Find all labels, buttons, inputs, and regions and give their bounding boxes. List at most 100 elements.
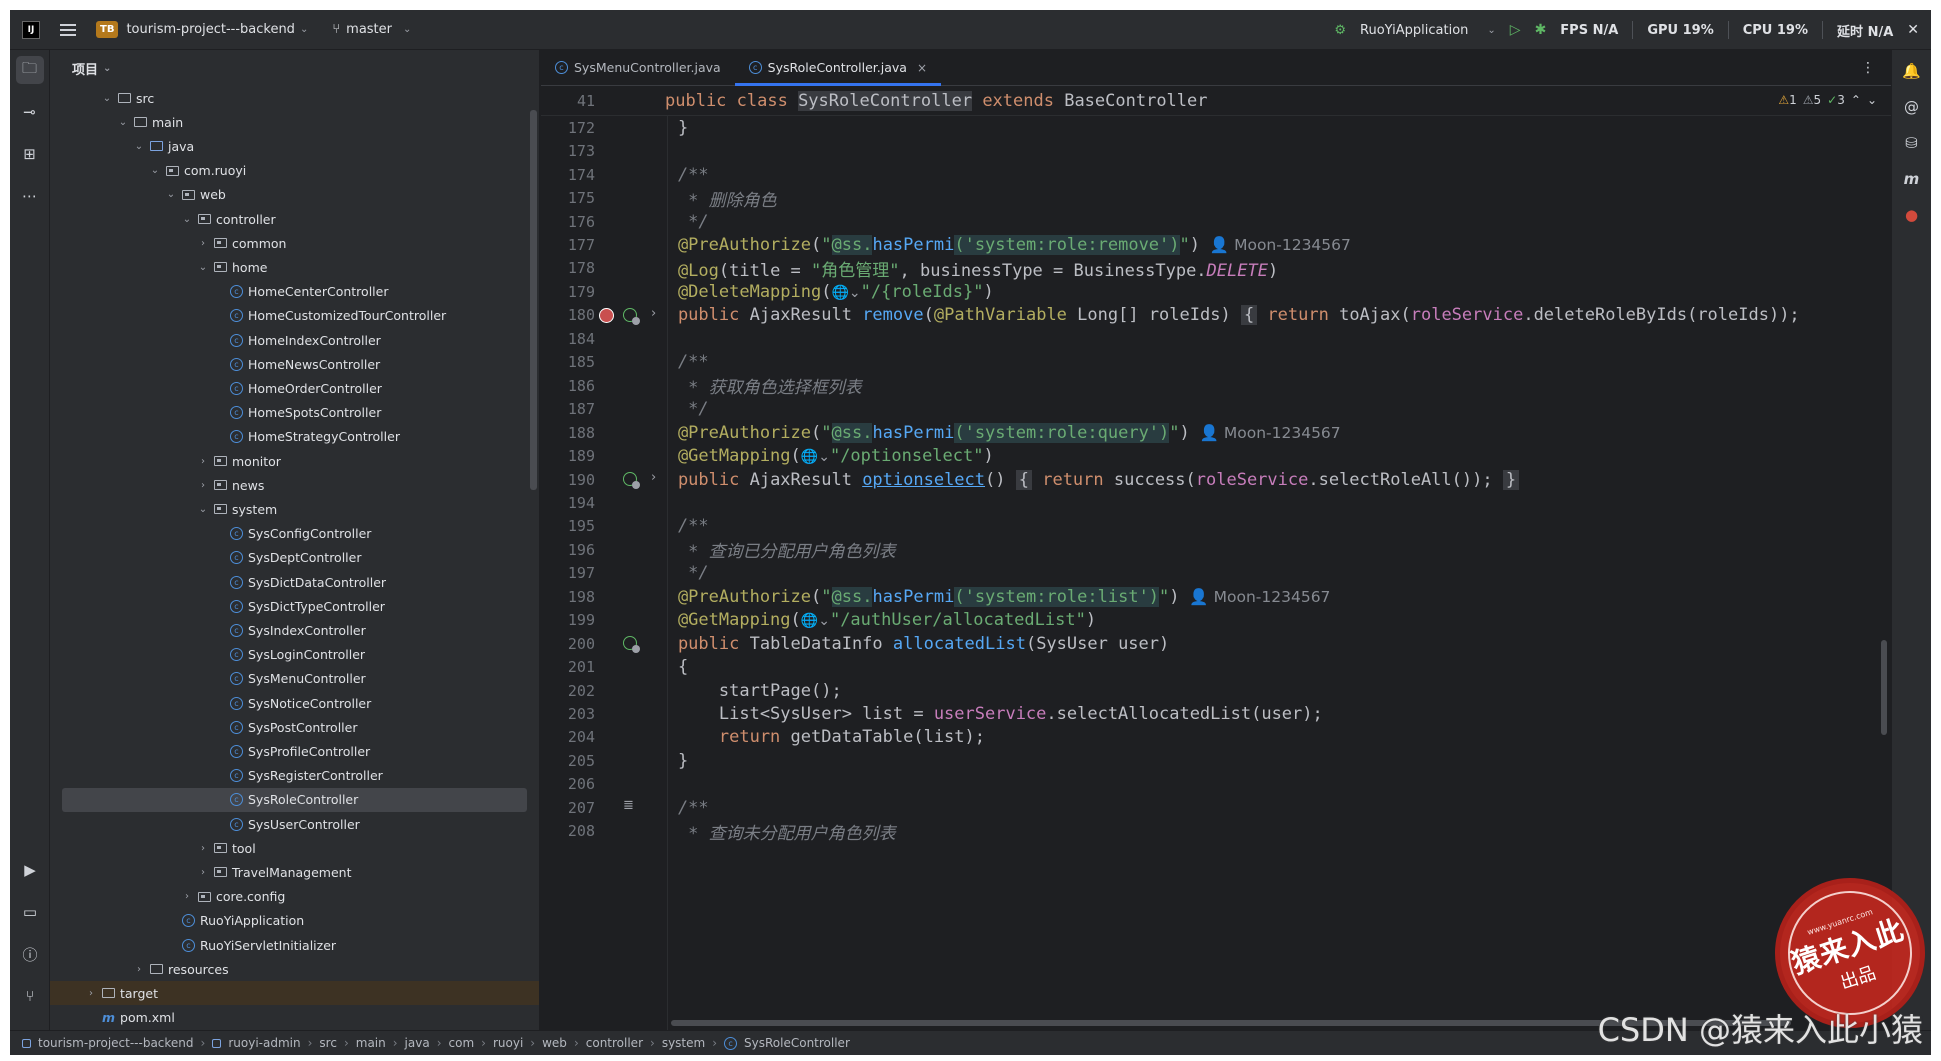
- tree-item-news[interactable]: › news: [50, 473, 539, 497]
- debug-icon[interactable]: ✱: [1535, 22, 1547, 38]
- code-line[interactable]: 197 */: [541, 562, 1891, 586]
- endpoint-globe-icon[interactable]: 🌐⌄: [801, 449, 830, 465]
- tab-sysmenucontroller-java[interactable]: c SysMenuController.java: [541, 50, 735, 85]
- code-line[interactable]: 178 @Log(title = "角色管理", businessType = …: [541, 257, 1891, 281]
- chevron-down-icon[interactable]: ⌄: [103, 63, 111, 74]
- code-line[interactable]: 179 @DeleteMapping(🌐⌄"/{roleIds}"): [541, 280, 1891, 304]
- code-line[interactable]: 208 * 查询未分配用户角色列表: [541, 820, 1891, 844]
- tree-item-core-config[interactable]: › core.config: [50, 885, 539, 909]
- endpoint-globe-icon[interactable]: 🌐⌄: [801, 613, 830, 629]
- breadcrumb-item[interactable]: src: [319, 1036, 337, 1050]
- code-line[interactable]: 195 /**: [541, 515, 1891, 539]
- tree-item-monitor[interactable]: › monitor: [50, 449, 539, 473]
- chevron-down-icon[interactable]: ⌄: [196, 262, 210, 273]
- tree-item-homecustomizedtourcontroller[interactable]: c HomeCustomizedTourController: [50, 304, 539, 328]
- tree-item-main[interactable]: ⌄ main: [50, 110, 539, 134]
- chevron-up-icon[interactable]: ⌃: [1851, 93, 1861, 107]
- vcs-branch-selector[interactable]: ⑂ master ⌄: [332, 22, 411, 37]
- tree-item-sysusercontroller[interactable]: c SysUserController: [50, 812, 539, 836]
- tree-item-tool[interactable]: › tool: [50, 836, 539, 860]
- tree-item-homestrategycontroller[interactable]: c HomeStrategyController: [50, 425, 539, 449]
- code-line[interactable]: 186 * 获取角色选择框列表: [541, 374, 1891, 399]
- tree-item-home[interactable]: ⌄ home: [50, 255, 539, 279]
- code-line[interactable]: 175 * 删除角色: [541, 186, 1891, 211]
- code-line[interactable]: 203 List<SysUser> list = userService.sel…: [541, 702, 1891, 726]
- tree-item-homeindexcontroller[interactable]: c HomeIndexController: [50, 328, 539, 352]
- chevron-down-icon[interactable]: ⌄: [164, 189, 178, 200]
- project-panel-header[interactable]: 项目 ⌄: [50, 50, 539, 86]
- code-line[interactable]: 201 {: [541, 655, 1891, 679]
- chevron-down-icon[interactable]: ⌄: [180, 214, 194, 225]
- author-inlay-hint[interactable]: 👤 Moon-1234567: [1180, 588, 1330, 606]
- code-line[interactable]: 205 }: [541, 749, 1891, 773]
- code-line[interactable]: 207 ≣ /**: [541, 796, 1891, 820]
- services-icon[interactable]: ▶: [16, 856, 44, 884]
- tree-item-sysconfigcontroller[interactable]: c SysConfigController: [50, 522, 539, 546]
- tree-item-controller[interactable]: ⌄ controller: [50, 207, 539, 231]
- breadcrumb-item[interactable]: com: [449, 1036, 475, 1050]
- tree-item-sysnoticecontroller[interactable]: c SysNoticeController: [50, 691, 539, 715]
- chevron-right-icon[interactable]: ›: [196, 843, 210, 854]
- chevron-right-icon[interactable]: ›: [196, 456, 210, 467]
- tree-item-target[interactable]: › target: [50, 981, 539, 1006]
- project-folder-icon[interactable]: 🗀: [15, 56, 44, 84]
- author-inlay-hint[interactable]: 👤 Moon-1234567: [1200, 236, 1351, 254]
- breadcrumb-item[interactable]: controller: [586, 1036, 643, 1050]
- tree-item-pom-xml[interactable]: m pom.xml: [50, 1006, 539, 1030]
- breadcrumb-item[interactable]: system: [662, 1036, 705, 1050]
- code-line[interactable]: 199 @GetMapping(🌐⌄"/authUser/allocatedLi…: [541, 608, 1891, 632]
- tab-more-icon[interactable]: ⋮: [1861, 60, 1875, 76]
- notifications-icon[interactable]: 🔔: [1899, 58, 1925, 84]
- project-selector[interactable]: tourism-project---backend: [126, 22, 295, 37]
- code-line[interactable]: 188 @PreAuthorize("@ss.hasPermi('system:…: [541, 421, 1891, 445]
- tree-item-sysrolecontroller[interactable]: c SysRoleController: [62, 787, 527, 812]
- run-config-selector[interactable]: RuoYiApplication: [1360, 23, 1468, 38]
- tree-item-sysprofilecontroller[interactable]: c SysProfileController: [50, 739, 539, 763]
- code-line[interactable]: 180 › public AjaxResult remove(@PathVaria…: [541, 304, 1891, 328]
- chevron-right-icon[interactable]: ›: [180, 891, 194, 902]
- tree-item-sysmenucontroller[interactable]: c SysMenuController: [50, 667, 539, 691]
- chevron-right-icon[interactable]: ›: [196, 238, 210, 249]
- tree-item-sysregistercontroller[interactable]: c SysRegisterController: [50, 764, 539, 788]
- render-doc-icon[interactable]: ≣: [623, 798, 634, 813]
- sticky-class-header[interactable]: 41 public class SysRoleController extend…: [541, 86, 1891, 116]
- code-line[interactable]: 177 @PreAuthorize("@ss.hasPermi('system:…: [541, 233, 1891, 257]
- tree-item-homespotscontroller[interactable]: c HomeSpotsController: [50, 401, 539, 425]
- spring-bean-icon[interactable]: [623, 471, 640, 489]
- code-line[interactable]: 172 }: [541, 116, 1891, 140]
- chevron-down-icon[interactable]: ⌄: [100, 93, 114, 104]
- breadcrumb-item[interactable]: java: [405, 1036, 430, 1050]
- plugin-icon[interactable]: ●: [1899, 202, 1925, 228]
- chevron-down-icon[interactable]: ⌄: [300, 24, 308, 35]
- tree-item-syslogincontroller[interactable]: c SysLoginController: [50, 643, 539, 667]
- project-badge[interactable]: TB: [96, 21, 119, 38]
- breadcrumb-item[interactable]: main: [356, 1036, 386, 1050]
- chevron-down-icon[interactable]: ⌄: [1867, 93, 1877, 107]
- spring-bean-icon[interactable]: [623, 307, 640, 325]
- breadcrumb-item[interactable]: web: [542, 1036, 567, 1050]
- tree-item-common[interactable]: › common: [50, 231, 539, 255]
- tree-item-homeordercontroller[interactable]: c HomeOrderController: [50, 376, 539, 400]
- code-line[interactable]: 189 @GetMapping(🌐⌄"/optionselect"): [541, 444, 1891, 468]
- author-inlay-hint[interactable]: 👤 Moon-1234567: [1190, 424, 1341, 442]
- breadcrumb-item[interactable]: SysRoleController: [744, 1036, 850, 1050]
- tree-item-sysindexcontroller[interactable]: c SysIndexController: [50, 618, 539, 642]
- problems-icon[interactable]: ⓘ: [16, 940, 44, 968]
- tree-item-travelmanagement[interactable]: › TravelManagement: [50, 860, 539, 884]
- structure-icon[interactable]: ⊞: [16, 140, 44, 168]
- inspection-widget[interactable]: ⚠1 ⚠5 ✓3 ⌃ ⌄: [1778, 93, 1877, 107]
- main-menu-icon[interactable]: [60, 23, 76, 36]
- code-line[interactable]: 187 */: [541, 397, 1891, 421]
- tree-scrollbar[interactable]: [530, 110, 537, 490]
- commit-icon[interactable]: ⊸: [16, 98, 44, 126]
- tree-item-java[interactable]: ⌄ java: [50, 134, 539, 158]
- tree-item-system[interactable]: ⌄ system: [50, 497, 539, 521]
- close-icon[interactable]: ×: [917, 61, 927, 75]
- chevron-down-icon[interactable]: ⌄: [1487, 25, 1495, 36]
- more-tools-icon[interactable]: ⋯: [16, 182, 44, 210]
- code-line[interactable]: 174 /**: [541, 163, 1891, 187]
- run-icon[interactable]: ▷: [1510, 22, 1521, 38]
- tree-item-resources[interactable]: › resources: [50, 957, 539, 981]
- chevron-down-icon[interactable]: ⌄: [132, 141, 146, 152]
- tree-item-com-ruoyi[interactable]: ⌄ com.ruoyi: [50, 159, 539, 183]
